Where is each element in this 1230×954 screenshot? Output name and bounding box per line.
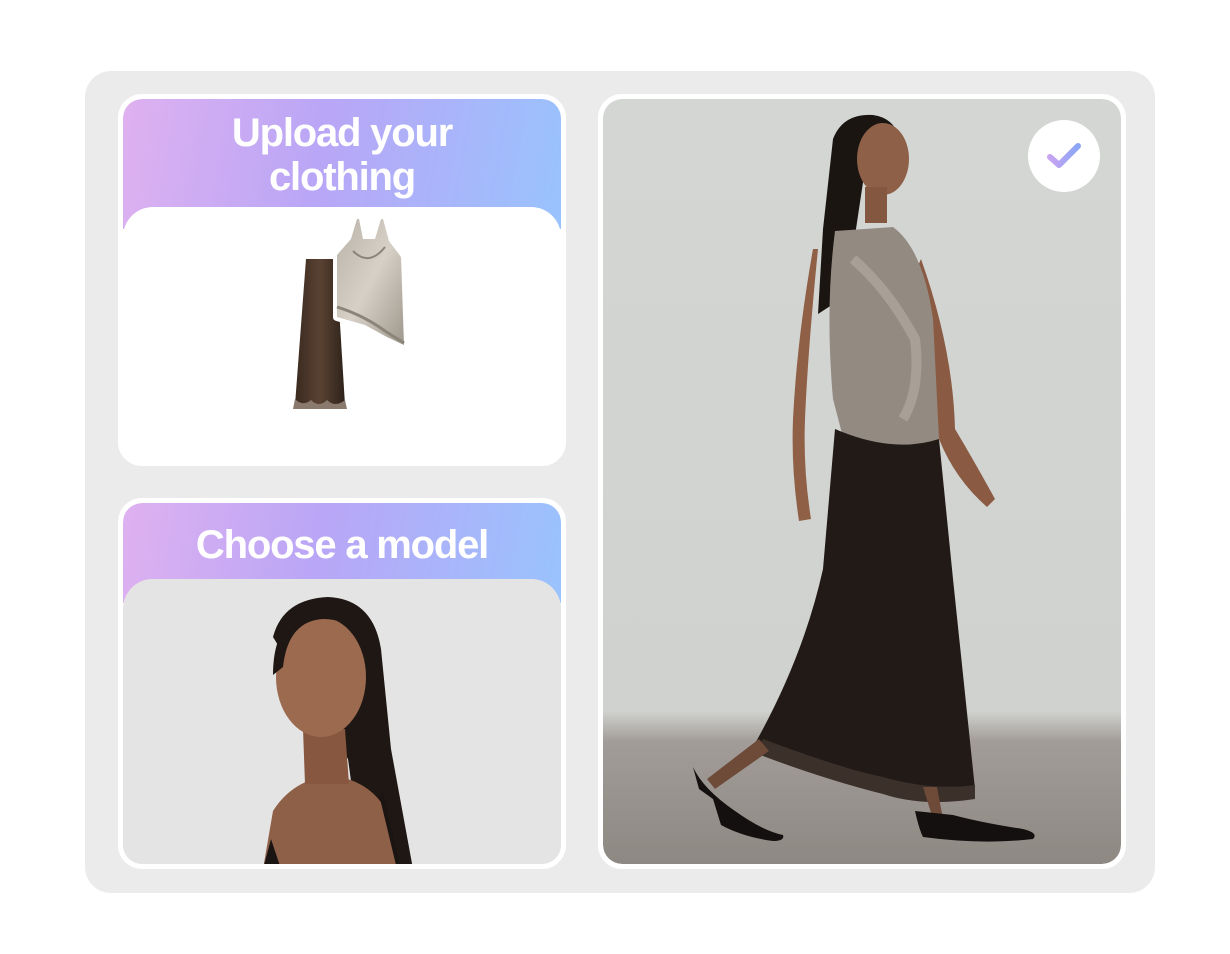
- clothing-preview-area: [123, 207, 561, 461]
- result-photo: [603, 99, 1121, 864]
- result-card[interactable]: [598, 94, 1126, 869]
- result-model-image: [693, 114, 1035, 842]
- choose-model-title: Choose a model: [195, 523, 489, 567]
- checkmark-icon: [1047, 143, 1081, 168]
- clothing-image: [291, 215, 408, 409]
- completed-check-badge: [1028, 120, 1100, 192]
- model-portrait-image: [123, 579, 561, 864]
- upload-clothing-title: Upload your clothing: [231, 111, 453, 199]
- upload-clothing-card[interactable]: Upload your clothing: [118, 94, 566, 466]
- choose-model-card[interactable]: Choose a model: [118, 498, 566, 869]
- model-photo: [123, 579, 561, 864]
